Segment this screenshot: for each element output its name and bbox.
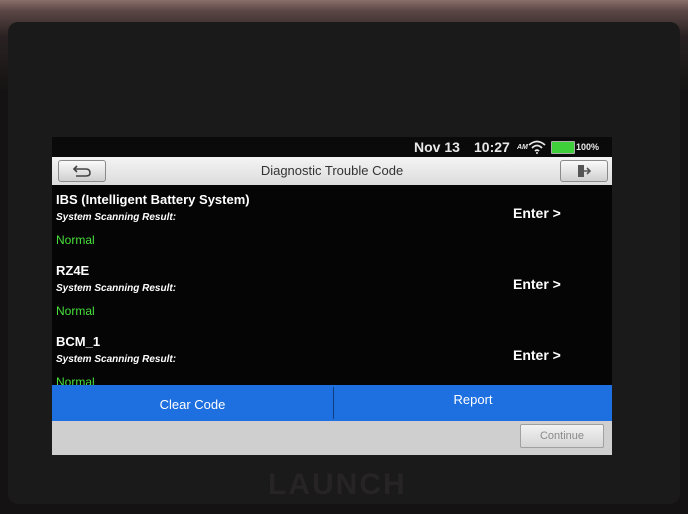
brand-logo: LAUNCH [268,468,407,501]
system-scan-label: System Scanning Result: [56,354,177,365]
status-time: 10:27 [474,139,510,155]
report-button[interactable]: Report [334,385,612,421]
enter-button-bcm1[interactable]: Enter > [513,347,561,363]
wifi-icon [528,140,546,154]
system-item-bcm1: BCM_1 System Scanning Result: Normal Ent… [52,327,612,385]
system-list: IBS (Intelligent Battery System) System … [52,185,612,385]
page-title: Diagnostic Trouble Code [260,163,404,178]
system-item-rz4e: RZ4E System Scanning Result: Normal Ente… [52,256,612,327]
system-scan-label: System Scanning Result: [56,283,177,294]
enter-button-ibs[interactable]: Enter > [513,205,561,221]
battery-icon [551,141,575,154]
system-name: IBS (Intelligent Battery System) [56,192,250,207]
bottom-bar: Continue [52,421,612,455]
status-bar: Nov 13 10:27 AM 100% [52,137,612,157]
system-name: BCM_1 [56,334,101,349]
system-name: RZ4E [56,263,90,278]
continue-button[interactable]: Continue [520,424,604,448]
title-bar: Diagnostic Trouble Code [52,157,612,185]
system-status: Normal [56,233,95,247]
status-date: Nov 13 [414,139,460,155]
system-status: Normal [56,304,95,318]
status-battery-percent: 100% [576,142,600,152]
back-arrow-icon [72,165,91,177]
system-status: Normal [56,375,95,385]
enter-button-rz4e[interactable]: Enter > [513,276,561,292]
exit-button[interactable] [560,160,608,182]
exit-icon [578,165,591,177]
clear-code-button[interactable]: Clear Code [52,385,333,421]
system-scan-label: System Scanning Result: [56,212,177,223]
status-ampm: AM [517,144,528,151]
action-bar: Clear Code Report [52,385,612,421]
system-item-ibs: IBS (Intelligent Battery System) System … [52,185,612,256]
back-button[interactable] [58,160,106,182]
device-screen: Nov 13 10:27 AM 100% Diagnostic Trouble … [52,137,612,455]
